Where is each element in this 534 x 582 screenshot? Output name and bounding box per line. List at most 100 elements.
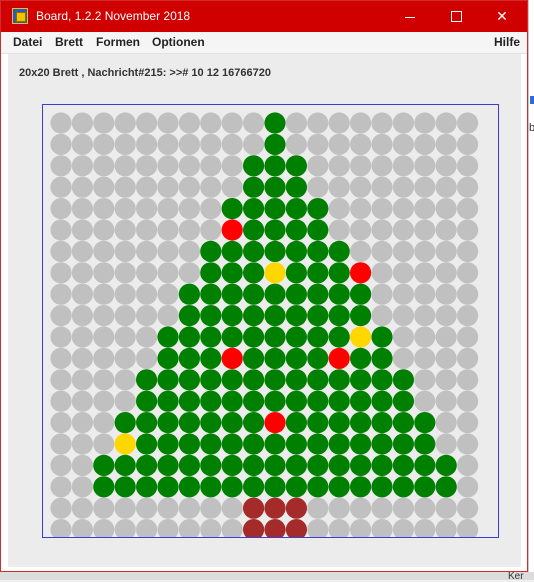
board-cell[interactable]: [307, 112, 329, 134]
board-cell[interactable]: [71, 497, 93, 519]
board-cell[interactable]: [350, 305, 372, 327]
board-cell[interactable]: [157, 476, 179, 498]
board-cell[interactable]: [178, 347, 200, 369]
board-cell[interactable]: [114, 519, 136, 537]
board-cell[interactable]: [371, 283, 393, 305]
board-cell[interactable]: [414, 369, 436, 391]
board-cell[interactable]: [328, 112, 350, 134]
board-cell[interactable]: [435, 326, 457, 348]
board-cell[interactable]: [392, 390, 414, 412]
board-cell[interactable]: [243, 412, 265, 434]
board-cell[interactable]: [285, 283, 307, 305]
board-cell[interactable]: [457, 155, 479, 177]
board-cell[interactable]: [71, 326, 93, 348]
board-cell[interactable]: [435, 155, 457, 177]
board-cell[interactable]: [114, 155, 136, 177]
board-cell[interactable]: [414, 240, 436, 262]
board-cell[interactable]: [221, 155, 243, 177]
board-cell[interactable]: [392, 198, 414, 220]
board-cell[interactable]: [392, 412, 414, 434]
board-cell[interactable]: [371, 198, 393, 220]
board-cell[interactable]: [264, 219, 286, 241]
board-cell[interactable]: [371, 326, 393, 348]
board-cell[interactable]: [392, 454, 414, 476]
board-cell[interactable]: [264, 347, 286, 369]
board-cell[interactable]: [414, 262, 436, 284]
board-cell[interactable]: [221, 219, 243, 241]
board-cell[interactable]: [264, 369, 286, 391]
board-cell[interactable]: [93, 433, 115, 455]
board-cell[interactable]: [221, 476, 243, 498]
board-cell[interactable]: [414, 347, 436, 369]
board-cell[interactable]: [457, 454, 479, 476]
board-cell[interactable]: [350, 519, 372, 537]
board-cell[interactable]: [221, 262, 243, 284]
board-cell[interactable]: [435, 476, 457, 498]
board-cell[interactable]: [350, 112, 372, 134]
board-cell[interactable]: [136, 369, 158, 391]
board-cell[interactable]: [457, 519, 479, 537]
board-cell[interactable]: [350, 369, 372, 391]
board-cell[interactable]: [457, 476, 479, 498]
board-cell[interactable]: [50, 326, 72, 348]
board-cell[interactable]: [285, 176, 307, 198]
board-cell[interactable]: [136, 176, 158, 198]
board-cell[interactable]: [243, 519, 265, 537]
board-cell[interactable]: [71, 454, 93, 476]
board-cell[interactable]: [328, 433, 350, 455]
board-cell[interactable]: [243, 326, 265, 348]
board-cell[interactable]: [328, 219, 350, 241]
board-cell[interactable]: [328, 326, 350, 348]
board-cell[interactable]: [350, 198, 372, 220]
board-cell[interactable]: [392, 433, 414, 455]
board-cell[interactable]: [221, 305, 243, 327]
board-cell[interactable]: [371, 433, 393, 455]
board-cell[interactable]: [285, 155, 307, 177]
board-cell[interactable]: [114, 283, 136, 305]
board-cell[interactable]: [71, 283, 93, 305]
board-cell[interactable]: [157, 369, 179, 391]
board-cell[interactable]: [178, 133, 200, 155]
board-cell[interactable]: [221, 390, 243, 412]
board-cell[interactable]: [114, 133, 136, 155]
board-cell[interactable]: [350, 326, 372, 348]
board-cell[interactable]: [435, 219, 457, 241]
board-cell[interactable]: [350, 497, 372, 519]
board-cell[interactable]: [307, 133, 329, 155]
board-cell[interactable]: [200, 390, 222, 412]
board-cell[interactable]: [221, 176, 243, 198]
board-cell[interactable]: [93, 476, 115, 498]
board-cell[interactable]: [307, 326, 329, 348]
board-cell[interactable]: [435, 240, 457, 262]
board-cell[interactable]: [392, 283, 414, 305]
board-cell[interactable]: [307, 476, 329, 498]
board-cell[interactable]: [178, 390, 200, 412]
board-cell[interactable]: [414, 433, 436, 455]
board-cell[interactable]: [371, 176, 393, 198]
board-cell[interactable]: [371, 305, 393, 327]
board-cell[interactable]: [457, 219, 479, 241]
board-cell[interactable]: [71, 433, 93, 455]
board-cell[interactable]: [221, 133, 243, 155]
board-cell[interactable]: [264, 476, 286, 498]
board-cell[interactable]: [457, 369, 479, 391]
board-cell[interactable]: [371, 476, 393, 498]
board-cell[interactable]: [136, 262, 158, 284]
board-cell[interactable]: [328, 519, 350, 537]
board-cell[interactable]: [371, 262, 393, 284]
board-cell[interactable]: [264, 133, 286, 155]
board-cell[interactable]: [435, 133, 457, 155]
board-cell[interactable]: [264, 112, 286, 134]
board-cell[interactable]: [178, 305, 200, 327]
board-cell[interactable]: [435, 112, 457, 134]
board-cell[interactable]: [157, 133, 179, 155]
board-cell[interactable]: [50, 412, 72, 434]
board-cell[interactable]: [243, 262, 265, 284]
board-cell[interactable]: [71, 369, 93, 391]
board-cell[interactable]: [50, 347, 72, 369]
board-cell[interactable]: [350, 240, 372, 262]
board-cell[interactable]: [243, 155, 265, 177]
board-cell[interactable]: [71, 262, 93, 284]
board-cell[interactable]: [264, 240, 286, 262]
board-cell[interactable]: [50, 198, 72, 220]
